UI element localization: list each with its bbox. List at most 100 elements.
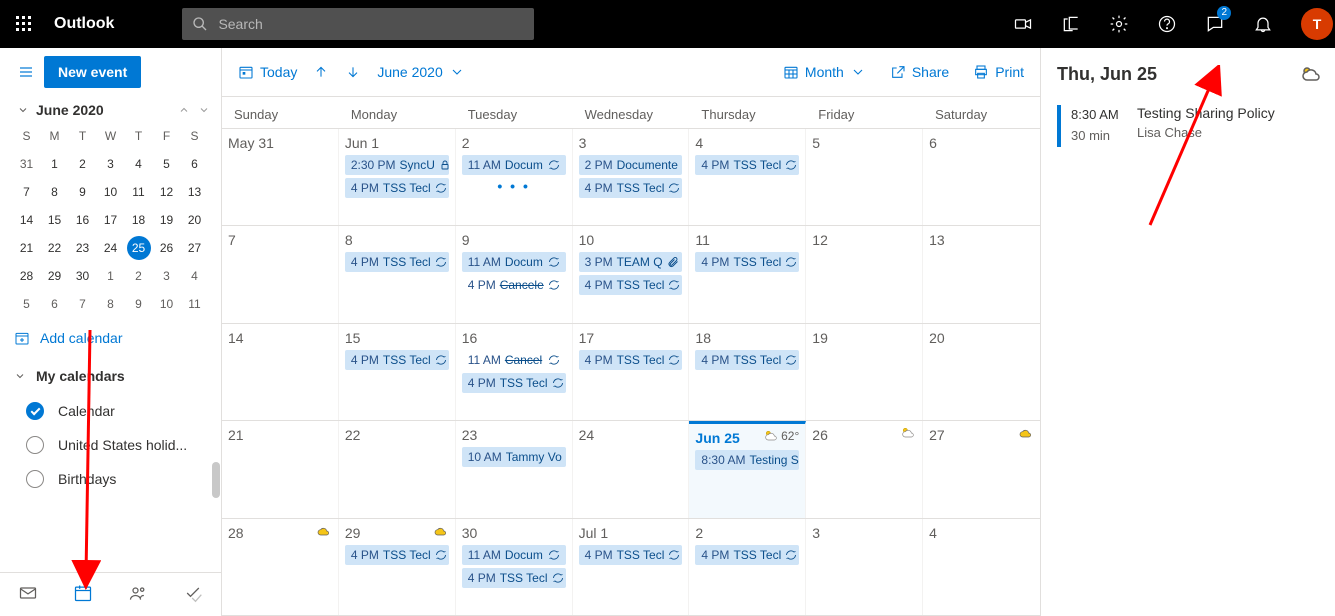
- day-cell[interactable]: 12: [806, 226, 923, 322]
- mini-next-icon[interactable]: [195, 104, 213, 116]
- day-cell[interactable]: 4: [923, 519, 1040, 615]
- day-cell[interactable]: 24: [573, 421, 690, 517]
- next-period-button[interactable]: [345, 64, 361, 80]
- month-selector[interactable]: June 2020: [377, 64, 464, 80]
- event-chip[interactable]: 4 PM TSS Tecl: [579, 545, 683, 565]
- event-chip[interactable]: 4 PM TSS Tecl: [695, 252, 799, 272]
- product-name[interactable]: Outlook: [54, 15, 114, 33]
- todo-module-icon[interactable]: [183, 583, 203, 606]
- settings-icon[interactable]: [1095, 0, 1143, 48]
- new-event-button[interactable]: New event: [44, 56, 141, 88]
- mini-day-cell[interactable]: 11: [125, 178, 153, 206]
- mini-prev-icon[interactable]: [175, 104, 193, 116]
- mini-day-cell[interactable]: 4: [181, 262, 209, 290]
- mini-day-cell[interactable]: 25: [127, 236, 151, 260]
- calendar-checkbox[interactable]: [26, 470, 44, 488]
- mini-day-cell[interactable]: 5: [13, 290, 41, 318]
- notifications-icon[interactable]: [1239, 0, 1287, 48]
- event-chip[interactable]: 3 PM TEAM Q: [579, 252, 683, 272]
- share-button[interactable]: Share: [890, 64, 949, 80]
- day-cell[interactable]: 211 AM Docum• • •: [456, 129, 573, 225]
- event-chip[interactable]: 4 PM TSS Tecl: [695, 545, 799, 565]
- mini-day-cell[interactable]: 24: [97, 234, 125, 262]
- day-cell[interactable]: Jun 12:30 PM SyncU4 PM TSS Tecl: [339, 129, 456, 225]
- mini-day-cell[interactable]: 5: [153, 150, 181, 178]
- day-cell[interactable]: 2310 AM Tammy Vo: [456, 421, 573, 517]
- prev-period-button[interactable]: [313, 64, 329, 80]
- event-chip[interactable]: 4 PM TSS Tecl: [345, 545, 449, 565]
- event-chip[interactable]: 11 AM Cancel: [462, 350, 566, 370]
- mini-day-cell[interactable]: 10: [153, 290, 181, 318]
- day-cell[interactable]: May 31: [222, 129, 339, 225]
- mini-day-cell[interactable]: 20: [181, 206, 209, 234]
- mini-day-cell[interactable]: 4: [125, 150, 153, 178]
- calendar-list-item[interactable]: Calendar: [0, 394, 221, 428]
- event-chip[interactable]: 4 PM TSS Tecl: [345, 252, 449, 272]
- mini-day-cell[interactable]: 23: [69, 234, 97, 262]
- mini-day-cell[interactable]: 30: [69, 262, 97, 290]
- mini-day-cell[interactable]: 9: [69, 178, 97, 206]
- view-selector[interactable]: Month: [783, 64, 866, 80]
- event-chip[interactable]: 4 PM TSS Tecl: [579, 275, 683, 295]
- mini-day-cell[interactable]: 3: [97, 150, 125, 178]
- help-icon[interactable]: [1143, 0, 1191, 48]
- mini-day-cell[interactable]: 12: [153, 178, 181, 206]
- day-cell[interactable]: Jul 14 PM TSS Tecl: [573, 519, 690, 615]
- mini-day-cell[interactable]: 2: [125, 262, 153, 290]
- mini-day-cell[interactable]: 1: [97, 262, 125, 290]
- mini-day-cell[interactable]: 17: [97, 206, 125, 234]
- event-chip[interactable]: 11 AM Docum: [462, 155, 566, 175]
- mini-day-cell[interactable]: 14: [13, 206, 41, 234]
- day-cell[interactable]: 294 PM TSS Tecl: [339, 519, 456, 615]
- event-chip[interactable]: 4 PM TSS Tecl: [695, 155, 799, 175]
- day-cell[interactable]: 911 AM Docum4 PM Cancele: [456, 226, 573, 322]
- calendar-checkbox[interactable]: [26, 436, 44, 454]
- mini-day-cell[interactable]: 29: [41, 262, 69, 290]
- meet-now-icon[interactable]: [999, 0, 1047, 48]
- mini-day-cell[interactable]: 28: [13, 262, 41, 290]
- event-chip[interactable]: 4 PM TSS Tecl: [345, 350, 449, 370]
- day-cell[interactable]: 19: [806, 324, 923, 420]
- mini-day-cell[interactable]: 9: [125, 290, 153, 318]
- appointment-item[interactable]: 8:30 AM 30 min Testing Sharing Policy Li…: [1057, 105, 1319, 147]
- event-chip[interactable]: 4 PM TSS Tecl: [579, 178, 683, 198]
- add-calendar-button[interactable]: Add calendar: [0, 318, 221, 358]
- mail-module-icon[interactable]: [18, 583, 38, 606]
- mini-day-cell[interactable]: 27: [181, 234, 209, 262]
- my-calendars-header[interactable]: My calendars: [0, 358, 221, 394]
- day-cell[interactable]: 44 PM TSS Tecl: [689, 129, 806, 225]
- day-cell[interactable]: 20: [923, 324, 1040, 420]
- mini-day-cell[interactable]: 21: [13, 234, 41, 262]
- day-cell[interactable]: 3011 AM Docum4 PM TSS Tecl: [456, 519, 573, 615]
- mini-day-cell[interactable]: 10: [97, 178, 125, 206]
- app-launcher-icon[interactable]: [8, 8, 40, 40]
- day-cell[interactable]: 1611 AM Cancel4 PM TSS Tecl: [456, 324, 573, 420]
- day-cell[interactable]: 13: [923, 226, 1040, 322]
- mini-day-cell[interactable]: 15: [41, 206, 69, 234]
- event-chip[interactable]: 10 AM Tammy Vo: [462, 447, 566, 467]
- mini-day-cell[interactable]: 22: [41, 234, 69, 262]
- mini-day-cell[interactable]: 6: [181, 150, 209, 178]
- day-cell[interactable]: 174 PM TSS Tecl: [573, 324, 690, 420]
- mini-day-cell[interactable]: 18: [125, 206, 153, 234]
- day-cell[interactable]: 154 PM TSS Tecl: [339, 324, 456, 420]
- mini-day-cell[interactable]: 19: [153, 206, 181, 234]
- calendar-list-item[interactable]: Birthdays: [0, 462, 221, 496]
- calendar-list-item[interactable]: United States holid...: [0, 428, 221, 462]
- day-cell[interactable]: 6: [923, 129, 1040, 225]
- mini-day-cell[interactable]: 7: [13, 178, 41, 206]
- event-chip[interactable]: 2:30 PM SyncU: [345, 155, 449, 175]
- day-cell[interactable]: 27: [923, 421, 1040, 517]
- print-button[interactable]: Print: [973, 64, 1024, 80]
- day-cell[interactable]: 114 PM TSS Tecl: [689, 226, 806, 322]
- event-chip[interactable]: 4 PM TSS Tecl: [579, 350, 683, 370]
- mini-expand-icon[interactable]: [14, 104, 32, 116]
- day-cell[interactable]: 5: [806, 129, 923, 225]
- account-avatar[interactable]: T: [1287, 0, 1335, 48]
- mini-day-cell[interactable]: 2: [69, 150, 97, 178]
- scrollbar-thumb[interactable]: [212, 462, 220, 498]
- day-cell[interactable]: 28: [222, 519, 339, 615]
- mini-day-cell[interactable]: 31: [13, 150, 41, 178]
- event-chip[interactable]: 11 AM Docum: [462, 252, 566, 272]
- day-cell[interactable]: 7: [222, 226, 339, 322]
